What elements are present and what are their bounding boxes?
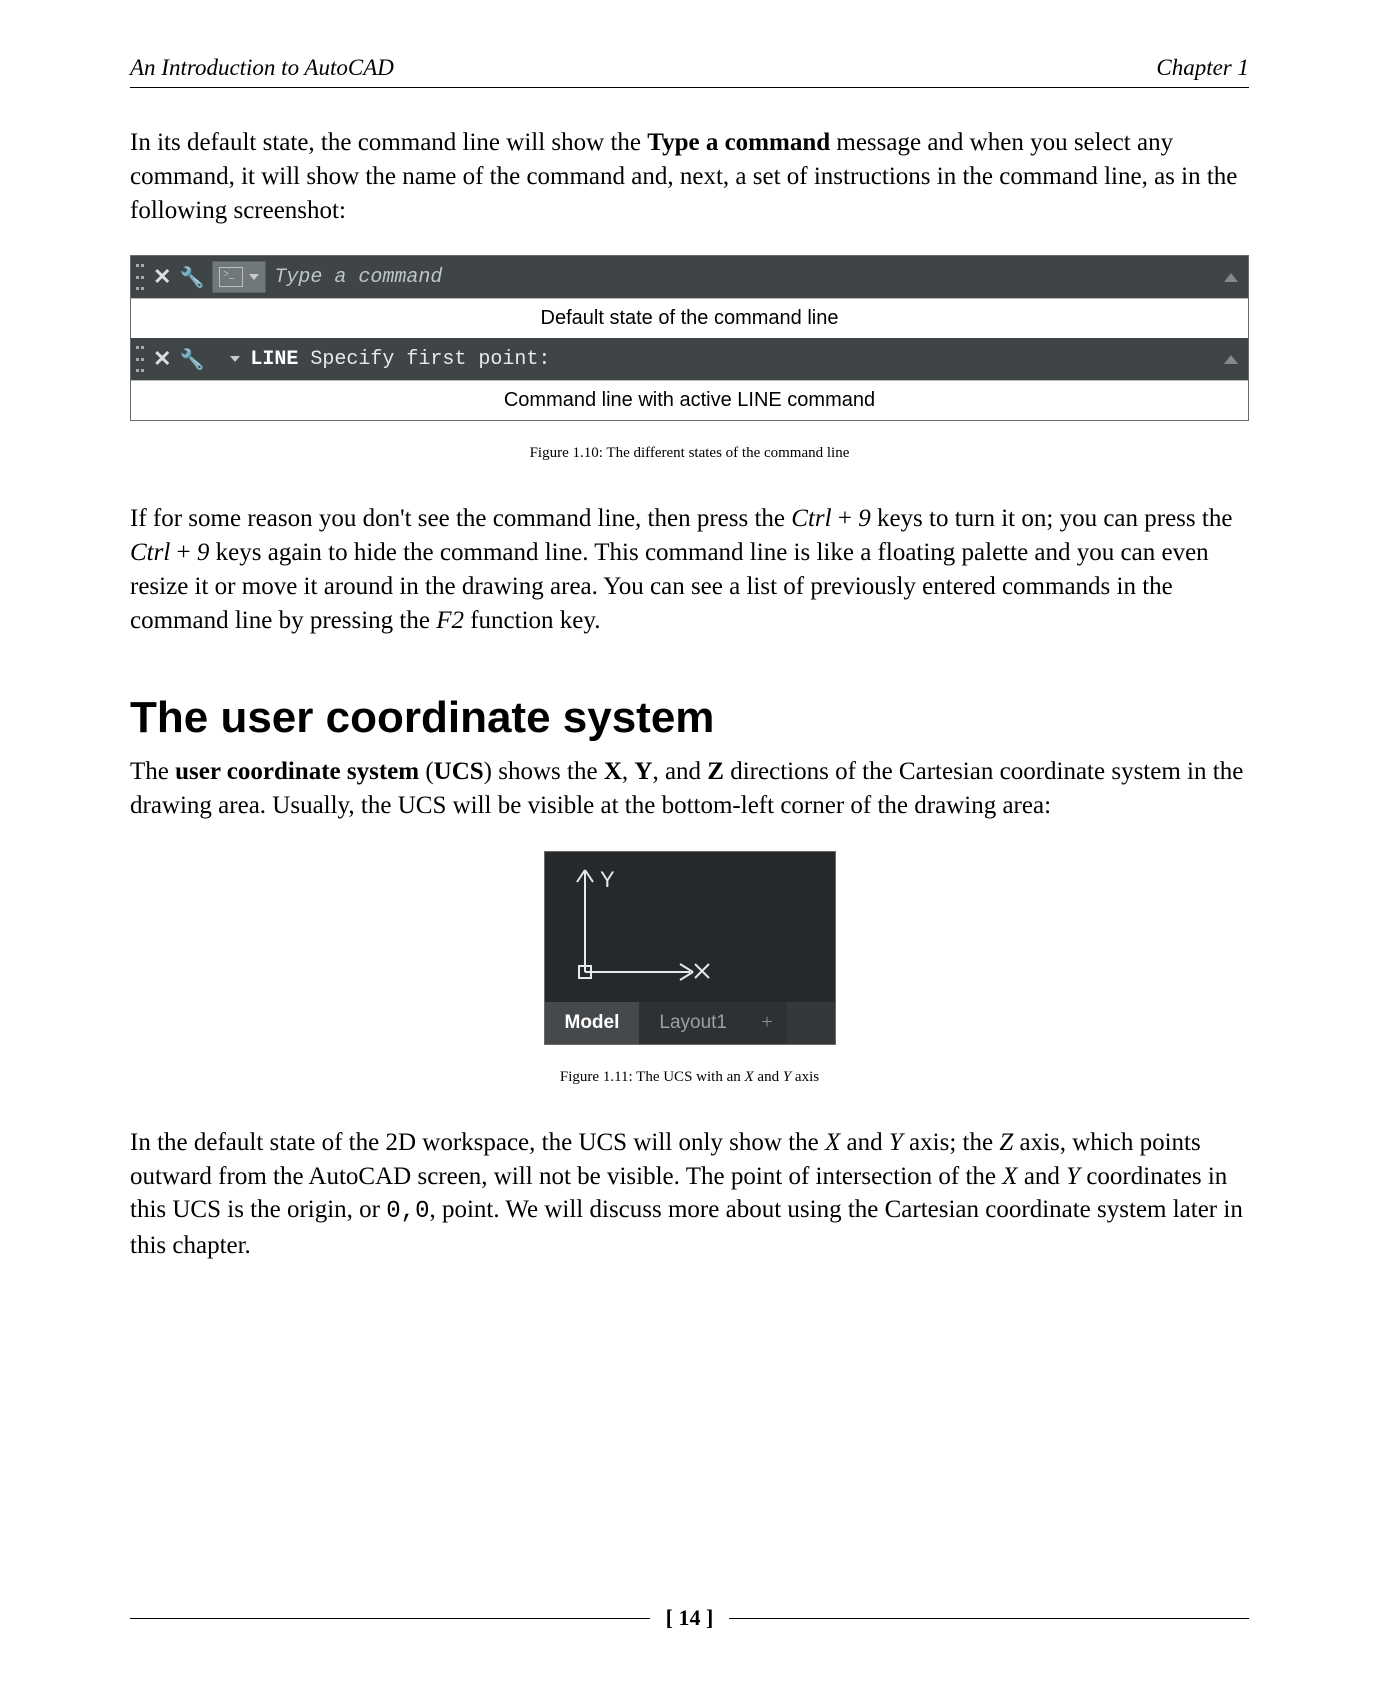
paragraph-2: If for some reason you don't see the com… bbox=[130, 502, 1249, 637]
header-right: Chapter 1 bbox=[1156, 55, 1249, 81]
paragraph-3: The user coordinate system (UCS) shows t… bbox=[130, 755, 1249, 823]
close-icon[interactable]: ✕ bbox=[153, 346, 171, 372]
page-number: [ 14 ] bbox=[666, 1605, 714, 1631]
customize-icon[interactable]: 🔧 bbox=[179, 265, 204, 290]
running-header: An Introduction to AutoCAD Chapter 1 bbox=[130, 55, 1249, 88]
command-active-text[interactable]: LINE Specify first point: bbox=[250, 348, 550, 371]
close-icon[interactable]: ✕ bbox=[153, 264, 171, 290]
paragraph-4: In the default state of the 2D workspace… bbox=[130, 1126, 1249, 1263]
ucs-viewport: Y bbox=[545, 852, 835, 1002]
footer-rule-right bbox=[729, 1618, 1249, 1619]
expand-up-icon[interactable] bbox=[1224, 273, 1238, 282]
chevron-down-icon[interactable] bbox=[230, 356, 240, 362]
footer-rule-left bbox=[130, 1618, 650, 1619]
ucs-axes-icon: Y bbox=[545, 852, 835, 1002]
layout-tabs: Model Layout1 + bbox=[545, 1002, 835, 1044]
drag-grip-icon[interactable] bbox=[135, 345, 149, 373]
drag-grip-icon[interactable] bbox=[135, 263, 149, 291]
command-bar-default: ✕ 🔧 Type a command bbox=[131, 256, 1248, 298]
figure-1-11: Y Model Layout1 + bbox=[544, 851, 836, 1045]
tab-layout1[interactable]: Layout1 bbox=[639, 1002, 747, 1044]
add-layout-button[interactable]: + bbox=[747, 1002, 787, 1044]
section-heading: The user coordinate system bbox=[130, 693, 1249, 743]
figure-1-10: ✕ 🔧 Type a command Default state of the … bbox=[130, 255, 1249, 421]
ucs-y-label: Y bbox=[600, 867, 615, 892]
figure-1-10-caption: Figure 1.10: The different states of the… bbox=[130, 445, 1249, 462]
prompt-icon bbox=[219, 267, 243, 287]
figure-1-11-caption: Figure 1.11: The UCS with an X and Y axi… bbox=[130, 1069, 1249, 1086]
header-left: An Introduction to AutoCAD bbox=[130, 55, 394, 81]
page-footer: [ 14 ] bbox=[130, 1605, 1249, 1631]
tab-model[interactable]: Model bbox=[545, 1002, 640, 1044]
command-prompt-dropdown[interactable] bbox=[212, 261, 266, 293]
command-bar-active: ✕ 🔧 LINE Specify first point: bbox=[131, 338, 1248, 380]
figure-label-active: Command line with active LINE command bbox=[131, 380, 1248, 420]
chevron-down-icon bbox=[249, 274, 259, 280]
customize-icon[interactable]: 🔧 bbox=[179, 347, 204, 372]
paragraph-1: In its default state, the command line w… bbox=[130, 126, 1249, 227]
figure-label-default: Default state of the command line bbox=[131, 298, 1248, 338]
command-placeholder[interactable]: Type a command bbox=[274, 266, 442, 289]
expand-up-icon[interactable] bbox=[1224, 355, 1238, 364]
page: An Introduction to AutoCAD Chapter 1 In … bbox=[0, 0, 1379, 1701]
